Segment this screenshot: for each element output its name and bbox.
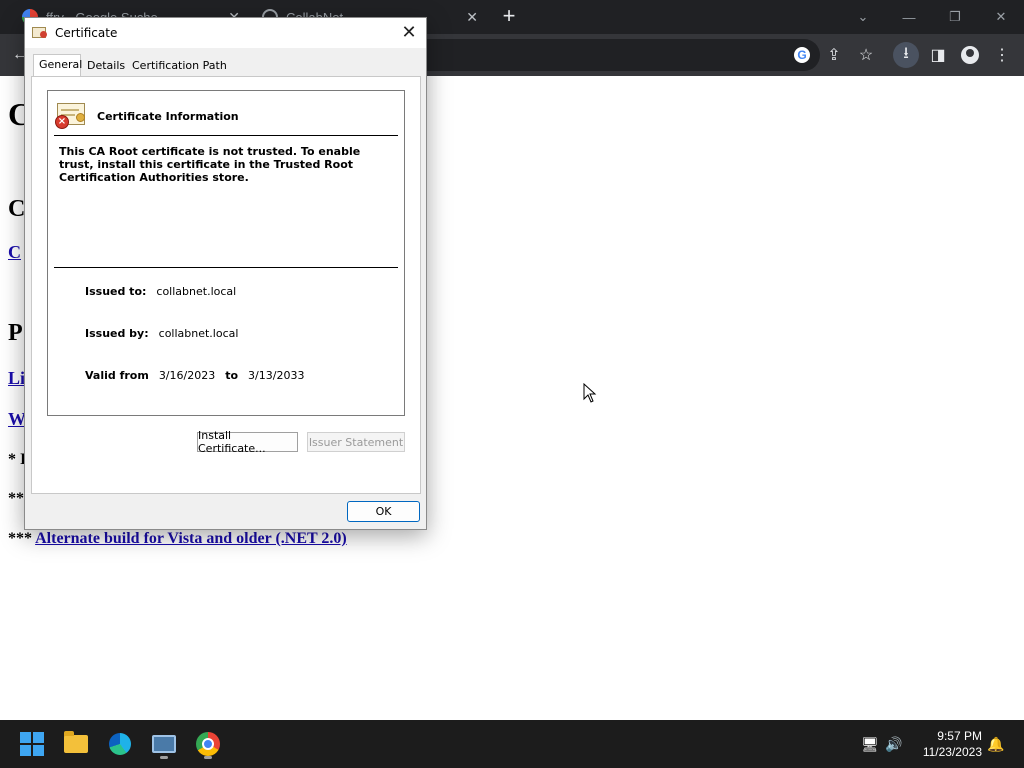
google-lens-icon[interactable]: G <box>790 43 814 67</box>
clock-time: 9:57 PM <box>937 729 982 743</box>
page-link[interactable]: C <box>8 242 21 263</box>
divider <box>54 135 398 136</box>
close-icon[interactable]: ✕ <box>398 22 420 44</box>
remote-desktop-icon <box>152 735 176 753</box>
tab-search-button[interactable]: ⌄ <box>840 0 886 34</box>
valid-to-label: to <box>225 369 239 382</box>
alternate-build-line: *** Alternate build for Vista and older … <box>8 530 347 548</box>
issued-to-label: Issued to: <box>85 285 147 298</box>
section-heading: P <box>8 320 23 346</box>
file-explorer-button[interactable] <box>60 728 92 760</box>
valid-to-value: 3/13/2033 <box>248 369 305 382</box>
general-tab-panel: × Certificate Information This CA Root c… <box>31 76 421 494</box>
edge-button[interactable] <box>104 728 136 760</box>
new-tab-button[interactable]: + <box>498 5 520 27</box>
windows-taskbar: 🖥 🔊 9:57 PM 11/23/2023 🔔 <box>0 720 1024 768</box>
divider <box>54 267 398 268</box>
bookmark-star-icon[interactable]: ☆ <box>854 43 878 67</box>
network-icon[interactable]: 🖥 <box>860 734 880 754</box>
running-indicator <box>204 756 212 759</box>
tab-details[interactable]: Details <box>82 56 130 76</box>
install-certificate-button[interactable]: Install Certificate... <box>197 429 298 455</box>
page-link[interactable]: Li <box>8 368 25 389</box>
tab-general[interactable]: General <box>33 54 82 77</box>
section-heading: C <box>8 196 26 222</box>
volume-icon[interactable]: 🔊 <box>884 734 904 754</box>
restore-button[interactable]: ❐ <box>932 0 978 34</box>
system-clock[interactable]: 9:57 PM 11/23/2023 <box>923 728 982 760</box>
tab-certification-path[interactable]: Certification Path <box>127 56 232 76</box>
issued-to-value: collabnet.local <box>156 285 237 298</box>
issued-by-value: collabnet.local <box>158 327 239 340</box>
issued-by-row: Issued by: collabnet.local <box>85 327 238 340</box>
profile-icon[interactable] <box>958 43 982 67</box>
notification-bell-icon[interactable]: 🔔 <box>986 734 1006 754</box>
certificate-icon <box>32 26 48 40</box>
download-icon[interactable]: ⭳ <box>893 42 919 68</box>
dialog-titlebar: Certificate ✕ <box>25 18 426 48</box>
ok-button[interactable]: OK <box>347 501 420 522</box>
close-window-button[interactable]: ✕ <box>978 0 1024 34</box>
validity-row: Valid from 3/16/2023 to 3/13/2033 <box>85 369 304 382</box>
folder-icon <box>64 731 88 753</box>
trust-warning: This CA Root certificate is not trusted.… <box>59 145 361 184</box>
chrome-menu-icon[interactable]: ⋮ <box>990 43 1014 67</box>
mouse-cursor-icon <box>583 383 597 403</box>
page-note: *** <box>8 530 32 547</box>
clock-date: 11/23/2023 <box>922 745 982 759</box>
issued-by-label: Issued by: <box>85 327 149 340</box>
minimize-button[interactable]: — <box>886 0 932 34</box>
remote-desktop-button[interactable] <box>148 728 180 760</box>
tab-close-icon[interactable]: ✕ <box>466 9 478 26</box>
untrusted-certificate-icon: × <box>55 101 87 131</box>
side-panel-icon[interactable]: ◨ <box>926 43 950 67</box>
alternate-build-link[interactable]: Alternate build for Vista and older (.NE… <box>35 530 347 547</box>
issued-to-row: Issued to: collabnet.local <box>85 285 236 298</box>
windows-logo-icon <box>20 732 44 756</box>
start-button[interactable] <box>16 728 48 760</box>
valid-from-value: 3/16/2023 <box>158 369 216 382</box>
dialog-title: Certificate <box>55 26 118 40</box>
chrome-icon <box>196 732 220 756</box>
certificate-dialog: Certificate ✕ General Details Certificat… <box>24 17 427 530</box>
chrome-button[interactable] <box>192 728 224 760</box>
page-note: ** <box>8 490 24 507</box>
info-title: Certificate Information <box>97 110 239 123</box>
running-indicator <box>160 756 168 759</box>
issuer-statement-button: Issuer Statement <box>307 432 405 452</box>
certificate-info-box: × Certificate Information This CA Root c… <box>47 90 405 416</box>
edge-icon <box>109 733 131 755</box>
share-icon[interactable]: ⇪ <box>822 43 846 67</box>
valid-from-label: Valid from <box>85 369 149 382</box>
